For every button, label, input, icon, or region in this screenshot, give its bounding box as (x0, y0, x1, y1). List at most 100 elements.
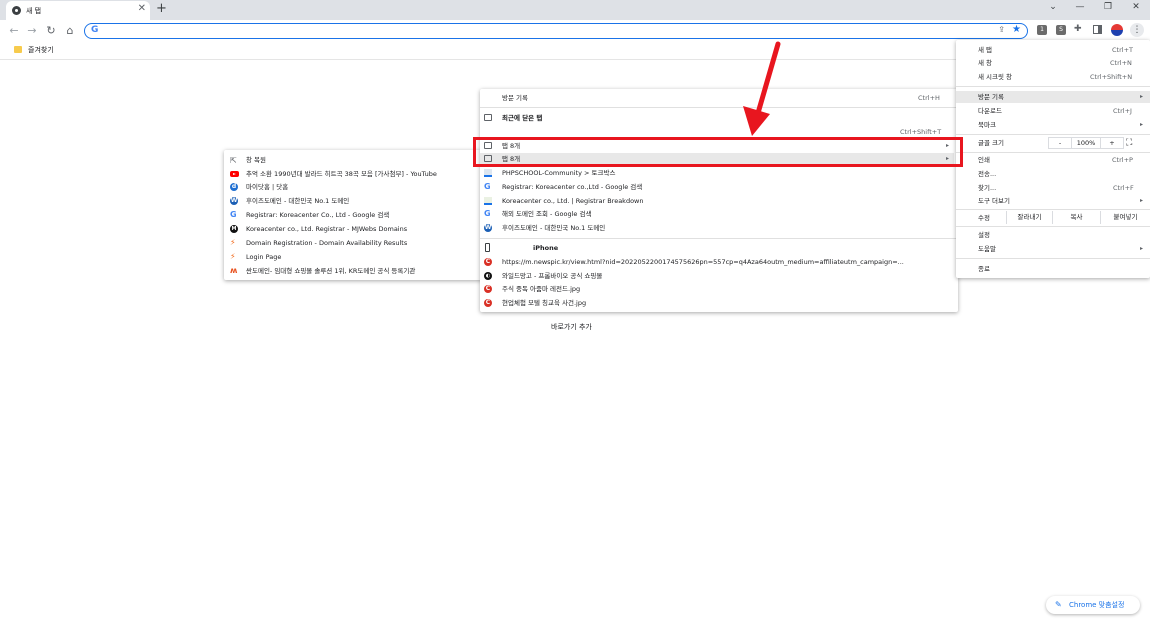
shortcut-print: Ctrl+P (1112, 156, 1133, 164)
new-tab-button[interactable]: + (156, 1, 167, 16)
extension-1-icon[interactable]: 1 (1037, 25, 1047, 35)
profile-avatar[interactable] (1111, 24, 1123, 36)
bookmark-star-icon[interactable]: ★ (1012, 24, 1021, 35)
side-panel-icon[interactable] (1093, 25, 1102, 34)
separator (480, 238, 958, 239)
close-window-button[interactable]: ✕ (1128, 2, 1144, 12)
copy-button[interactable]: 복사 (1052, 211, 1100, 224)
chevron-right-icon: ▸ (1140, 121, 1144, 128)
phone-icon (485, 243, 490, 252)
separator (956, 226, 1150, 227)
menu-settings[interactable]: 설정 (978, 229, 1098, 241)
submenu-item[interactable]: W 후이즈도메인 - 대한민국 No.1 도메인 (230, 195, 475, 207)
recent-window-submenu: ⇱ 창 복원 추억 소환 1990년대 발라드 히트곡 38곡 모음 [가사첨부… (224, 150, 482, 280)
history-entry[interactable]: G Registrar: Koreacenter co.,Ltd - Googl… (484, 181, 954, 193)
device-entry[interactable]: C https://m.newspic.kr/view.html?nid=202… (484, 256, 954, 268)
separator (480, 107, 958, 108)
zoom-label: 글꼴 크기 (978, 139, 1004, 147)
extensions-puzzle-icon[interactable]: ✚ (1074, 24, 1082, 34)
history-entry[interactable]: G 해외 도메인 조회 - Google 검색 (484, 208, 954, 220)
history-item[interactable]: 방문 기록 (480, 92, 958, 104)
cut-button[interactable]: 잘라내기 (1006, 211, 1052, 224)
submenu-item[interactable]: ʍ 싼도메인- 임대형 쇼핑몰 솔루션 1위, KR도메인 공식 등록기관 (230, 265, 475, 277)
google-icon: G (484, 182, 491, 191)
recently-closed-heading: 최근에 닫은 탭 (484, 112, 954, 124)
shortcut-new-tab: Ctrl+T (1112, 46, 1133, 54)
home-button[interactable]: ⌂ (64, 24, 76, 37)
share-icon[interactable]: ⇪ (998, 25, 1005, 34)
separator (956, 134, 1150, 135)
address-bar[interactable]: G ⇪ ★ (84, 23, 1028, 39)
submenu-item[interactable]: G Registrar: Koreacenter Co., Ltd - Goog… (230, 209, 475, 221)
submenu-item[interactable]: ⚡ Domain Registration - Domain Availabil… (230, 237, 475, 249)
red-arrow-annotation (743, 41, 781, 136)
google-icon: G (230, 210, 237, 219)
tab-title: 새 탭 (26, 7, 42, 15)
history-entry[interactable]: PHPSCHOOL-Community > 토크박스 (484, 167, 954, 179)
wildmango-icon: ◐ (484, 272, 492, 280)
chrome-main-menu: 새 탭 Ctrl+T 새 창 Ctrl+N 새 시크릿 창 Ctrl+Shift… (956, 40, 1150, 278)
restore-window-item[interactable]: ⇱ 창 복원 (230, 154, 470, 166)
separator (956, 152, 1150, 153)
google-icon: G (484, 209, 491, 218)
menu-history[interactable]: 방문 기록 (956, 91, 1150, 103)
newspic-icon: C (484, 299, 492, 307)
highlight-box (473, 137, 963, 167)
menu-incognito[interactable]: 새 시크릿 창 (978, 71, 1098, 83)
tab-new-tab[interactable]: 새 탭 ✕ (6, 1, 150, 20)
whois-icon: W (230, 197, 238, 205)
submenu-item[interactable]: M Koreacenter co., Ltd. Registrar - MJWe… (230, 223, 475, 235)
back-button[interactable]: ← (8, 24, 20, 37)
submenu-item[interactable]: ⚡ Login Page (230, 251, 475, 263)
tab-search-icon[interactable]: ⌄ (1045, 2, 1061, 12)
menu-find[interactable]: 찾기... (978, 182, 1098, 194)
fullscreen-icon[interactable]: ⛶ (1126, 137, 1132, 149)
separator (956, 209, 1150, 210)
zoom-out-button[interactable]: - (1048, 137, 1072, 149)
device-entry[interactable]: ◐ 와일드망고 - 프롬바이오 공식 쇼핑몰 (484, 270, 954, 282)
chevron-right-icon: ▸ (1140, 197, 1144, 204)
paste-button[interactable]: 붙여넣기 (1100, 211, 1150, 224)
menu-help[interactable]: 도움말 (978, 243, 1098, 255)
restore-button[interactable]: ❐ (1100, 2, 1116, 12)
tab-close-icon[interactable]: ✕ (138, 3, 146, 14)
menu-more-tools[interactable]: 도구 더보기 (978, 195, 1098, 207)
history-shortcut: Ctrl+H (918, 94, 940, 102)
minimize-button[interactable]: — (1072, 2, 1088, 12)
tab-strip: 새 탭 ✕ + ⌄ — ❐ ✕ (0, 0, 1150, 20)
bookmark-folder-favorites[interactable]: 즐겨찾기 (28, 45, 54, 55)
menu-bookmarks[interactable]: 북마크 (978, 119, 1098, 131)
newspic-icon: C (484, 258, 492, 266)
zoom-in-button[interactable]: + (1100, 137, 1124, 149)
chrome-menu-button[interactable]: ⋮ (1130, 23, 1144, 37)
google-icon: G (91, 25, 99, 35)
extension-s-icon[interactable]: S (1056, 25, 1066, 35)
edit-label: 수정 (978, 214, 990, 222)
reload-button[interactable]: ↻ (45, 24, 57, 37)
shortcut-downloads: Ctrl+J (1113, 107, 1132, 115)
add-shortcut-label[interactable]: 바로가기 추가 (551, 322, 592, 332)
zoom-level: 100% (1071, 137, 1101, 149)
customize-chrome-button[interactable]: ✎ Chrome 맞춤설정 (1046, 596, 1140, 614)
menu-downloads[interactable]: 다운로드 (978, 105, 1098, 117)
customize-label: Chrome 맞춤설정 (1069, 601, 1125, 609)
menu-exit[interactable]: 종료 (978, 263, 1098, 275)
history-entry[interactable]: W 후이즈도메인 - 대한민국 No.1 도메인 (484, 222, 954, 234)
submenu-item[interactable]: d 마이닷홈 | 닷홈 (230, 181, 475, 193)
forward-button[interactable]: → (26, 24, 38, 37)
device-entry[interactable]: C 현업체험 모텔 칭교육 사건.jpg (484, 297, 954, 309)
separator (956, 86, 1150, 87)
device-heading: iPhone (484, 242, 954, 254)
pencil-icon: ✎ (1055, 600, 1062, 609)
history-entry[interactable]: Koreacenter co., Ltd. | Registrar Breakd… (484, 195, 954, 207)
whois-icon: W (484, 224, 492, 232)
device-entry[interactable]: C 주식 중독 아줌마 레전드.jpg (484, 283, 954, 295)
chevron-right-icon: ▸ (1140, 245, 1144, 252)
mjwebs-icon: M (230, 225, 238, 233)
submenu-item[interactable]: 추억 소환 1990년대 발라드 히트곡 38곡 모음 [가사첨부] - You… (230, 168, 475, 180)
tab-icon (484, 114, 492, 121)
separator (956, 258, 1150, 259)
toolbar: ← → ↻ ⌂ G ⇪ ★ 1 S ✚ ⋮ (0, 20, 1150, 42)
menu-print[interactable]: 인쇄 (978, 154, 1098, 166)
menu-cast[interactable]: 전송... (978, 168, 1098, 180)
